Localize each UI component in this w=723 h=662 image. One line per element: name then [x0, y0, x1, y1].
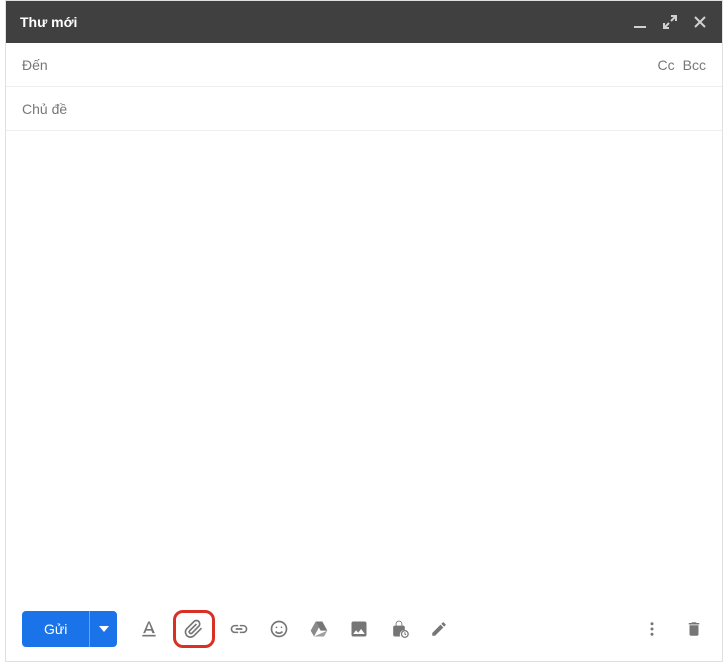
fullscreen-button[interactable]	[662, 14, 678, 30]
attach-highlight	[173, 610, 215, 648]
image-icon	[349, 619, 369, 639]
insert-emoji-button[interactable]	[267, 617, 291, 641]
attach-file-button[interactable]	[182, 617, 206, 641]
window-title: Thư mới	[20, 14, 77, 30]
close-button[interactable]	[692, 14, 708, 30]
titlebar: Thư mới	[6, 1, 722, 43]
close-icon	[693, 15, 707, 29]
compose-window: Thư mới Cc Bcc	[5, 0, 723, 662]
cc-bcc-controls: Cc Bcc	[658, 57, 706, 73]
recipients-row: Cc Bcc	[6, 43, 722, 87]
footer-toolbar: Gửi	[6, 599, 722, 661]
footer-right-tools	[640, 617, 706, 641]
send-options-button[interactable]	[89, 611, 117, 647]
insert-photo-button[interactable]	[347, 617, 371, 641]
drive-icon	[309, 619, 329, 639]
formatting-options-button[interactable]	[137, 617, 161, 641]
emoji-icon	[269, 619, 289, 639]
minimize-button[interactable]	[632, 14, 648, 30]
more-vertical-icon	[643, 620, 661, 638]
insert-drive-button[interactable]	[307, 617, 331, 641]
trash-icon	[685, 620, 703, 638]
subject-field[interactable]	[22, 101, 706, 117]
send-button-group: Gửi	[22, 611, 117, 647]
cc-button[interactable]: Cc	[658, 57, 675, 73]
expand-icon	[663, 15, 677, 29]
more-options-button[interactable]	[640, 617, 664, 641]
insert-link-button[interactable]	[227, 617, 251, 641]
to-field[interactable]	[22, 57, 658, 73]
link-icon	[229, 619, 249, 639]
discard-draft-button[interactable]	[682, 617, 706, 641]
message-body[interactable]	[6, 131, 722, 599]
insert-signature-button[interactable]	[427, 617, 451, 641]
confidential-mode-button[interactable]	[387, 617, 411, 641]
paperclip-icon	[184, 619, 204, 639]
subject-row	[6, 87, 722, 131]
bcc-button[interactable]: Bcc	[683, 57, 706, 73]
minimize-icon	[633, 15, 647, 29]
send-button[interactable]: Gửi	[22, 611, 89, 647]
caret-down-icon	[99, 626, 109, 632]
pen-icon	[430, 620, 448, 638]
titlebar-controls	[632, 14, 708, 30]
formatting-toolbar	[137, 616, 451, 642]
lock-clock-icon	[389, 619, 409, 639]
text-format-icon	[139, 619, 159, 639]
